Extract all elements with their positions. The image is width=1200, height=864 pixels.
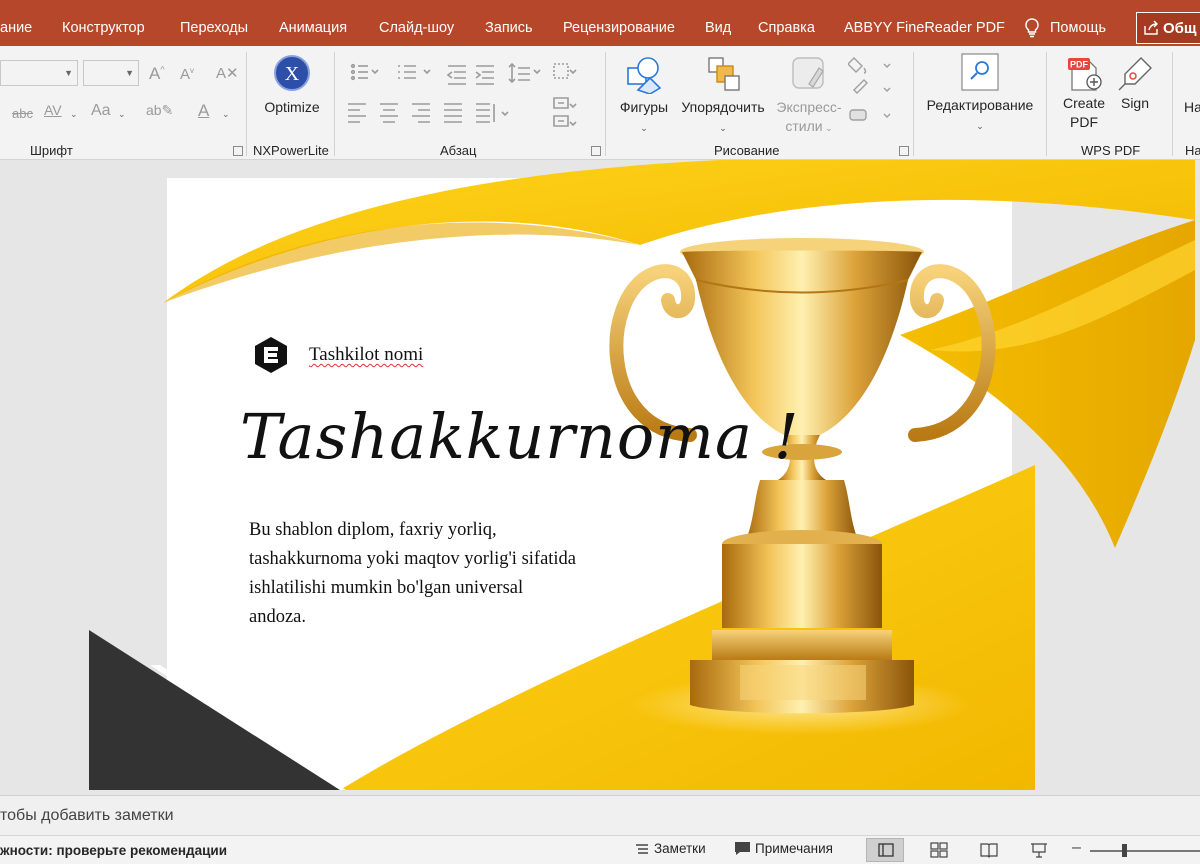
pen-nib-icon [1118,57,1152,91]
comments-toggle[interactable]: Примечания [734,841,833,856]
body-line: andoza. [249,607,307,627]
share-button[interactable]: Общ [1136,12,1200,44]
editing-button[interactable]: Редактирование ⌄ [918,52,1042,136]
font-color-icon[interactable]: A [198,101,209,121]
cut-off-button[interactable]: На [1184,98,1200,117]
pdf-file-icon: PDF [1068,58,1102,91]
quick-styles-label-2: стили [785,118,823,134]
sign-button[interactable]: Sign [1112,54,1158,113]
slide-graphics [89,160,1195,790]
optimize-label: Optimize [264,99,320,115]
arrange-icon [708,57,740,91]
share-icon [1144,20,1158,35]
wps-group-label: WPS PDF [1081,143,1141,158]
notes-placeholder: тобы добавить заметки [0,807,174,824]
create-pdf-label-1: Create [1062,95,1106,111]
slide-workspace: E Tashkilot nomi Tashakkurnoma ! Bu shab… [0,160,1200,793]
slide-sorter-icon[interactable] [930,842,948,858]
char-spacing-icon[interactable]: AV [44,102,62,118]
create-pdf-label-2: PDF [1070,114,1098,130]
reading-view-icon[interactable] [980,842,998,858]
tab-abbyy[interactable]: ABBYY FineReader PDF [844,20,1005,36]
notes-toggle[interactable]: Заметки [634,841,706,856]
menu-bar: ание Конструктор Переходы Анимация Слайд… [0,0,1200,46]
zoom-slider[interactable] [1090,844,1200,857]
strikethrough-icon[interactable]: abc [12,106,33,121]
shapes-button[interactable]: Фигуры ⌄ [612,54,676,138]
ribbon: ▼ ▼ A^ Av A✕ abc AV ⌄ Aa ⌄ ab✎ A ⌄ Шрифт… [0,46,1200,160]
svg-text:X: X [285,63,300,85]
paragraph-dialog-launcher[interactable] [591,146,601,156]
notes-toggle-label: Заметки [654,841,706,856]
body-line: Bu shablon diplom, faxriy yorliq, [249,520,497,540]
shape-fill-outline-effects-icons [848,57,891,121]
shapes-label: Фигуры [619,99,669,115]
tab-review[interactable]: Рецензирование [563,20,675,36]
font-name-box[interactable]: ▼ [0,60,78,86]
pdf-badge-text: PDF [1070,60,1089,70]
slide-title[interactable]: Tashakkurnoma ! [240,400,800,473]
slideshow-view-icon[interactable] [1030,842,1048,858]
tab-slideshow[interactable]: Слайд-шоу [379,20,454,36]
arrange-button[interactable]: Упорядочить ⌄ [676,54,770,138]
create-pdf-button[interactable]: PDF Create PDF [1054,54,1114,132]
tab-design-partial[interactable]: ание [0,20,32,36]
drawing-dialog-launcher[interactable] [899,146,909,156]
tab-help[interactable]: Справка [758,20,815,36]
tab-transitions[interactable]: Переходы [180,20,248,36]
notes-pane[interactable]: тобы добавить заметки [0,795,1200,835]
sign-label: Sign [1120,95,1150,111]
zoom-slider-thumb[interactable] [1122,844,1127,857]
find-icon [961,53,999,91]
cut-off-group-label: На [1185,143,1200,158]
comments-toggle-label: Примечания [755,841,833,856]
normal-view-button[interactable] [866,838,904,862]
editing-label: Редактирование [926,97,1034,113]
org-logo: E [253,336,289,374]
optimize-button[interactable]: X Optimize [258,54,326,117]
normal-view-icon [878,843,894,857]
quick-styles-label-1: Экспресс- [776,99,842,115]
drawing-group-label: Рисование [714,143,780,158]
lightbulb-icon [1025,18,1039,38]
status-bar: жности: проверьте рекомендации Заметки П… [0,835,1200,864]
help-search[interactable]: Помощь [1024,14,1106,42]
paragraph-toolbar-icons [348,62,577,127]
shapes-icon [627,57,662,94]
arrange-label: Упорядочить [681,99,765,115]
tab-record[interactable]: Запись [485,20,533,36]
body-line: ishlatilishi mumkin bo'lgan universal [249,578,524,598]
accessibility-status[interactable]: жности: проверьте рекомендации [0,843,227,858]
quick-styles-icon [792,57,824,89]
shrink-font-icon[interactable]: Av [180,66,194,83]
clear-format-icon[interactable]: A✕ [216,64,239,82]
font-group-label: Шрифт [30,143,73,158]
notes-icon [636,843,648,854]
organization-name[interactable]: Tashkilot nomi [309,344,423,366]
font-dialog-launcher[interactable] [233,146,243,156]
quick-styles-button[interactable]: Экспресс- стили ⌄ [770,54,848,138]
nxpowerlite-group-label: NXPowerLite [253,143,329,158]
body-line: tashakkurnoma yoki maqtov yorlig'i sifat… [249,549,577,569]
font-size-box[interactable]: ▼ [83,60,139,86]
zoom-out-button[interactable]: – [1072,839,1081,857]
highlight-icon[interactable]: ab✎ [146,102,173,119]
tab-animation[interactable]: Анимация [279,20,347,36]
nxpowerlite-icon: X [274,55,310,91]
help-label: Помощь [1050,20,1107,36]
comment-icon [735,842,750,855]
slide-body[interactable]: Bu shablon diplom, faxriy yorliq, tashak… [249,516,576,632]
tab-view[interactable]: Вид [705,20,731,36]
change-case-icon[interactable]: Aa [91,102,111,120]
share-label: Общ [1163,19,1197,37]
grow-font-icon[interactable]: A^ [149,64,165,84]
logo-hexagon-icon [255,337,287,373]
tab-constructor[interactable]: Конструктор [62,20,145,36]
paragraph-group-label: Абзац [440,143,477,158]
